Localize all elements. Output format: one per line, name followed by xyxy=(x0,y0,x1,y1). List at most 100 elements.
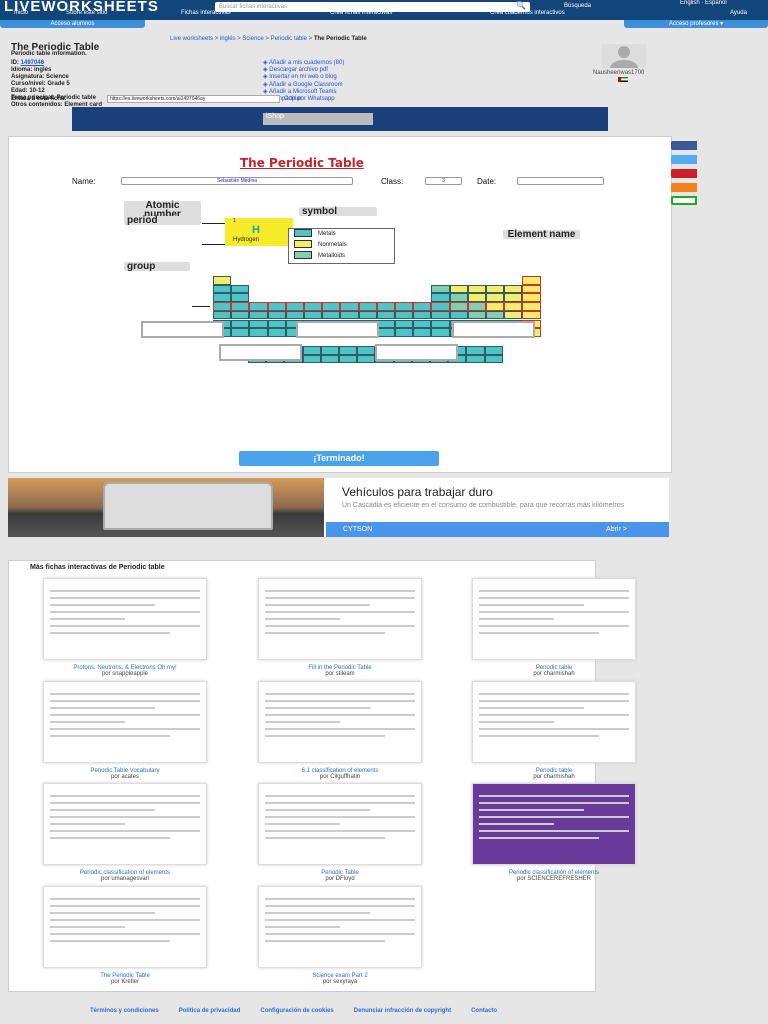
nav-crea-cuadernos[interactable]: Crea cuadernos interactivos xyxy=(490,10,565,16)
period-tag[interactable]: period xyxy=(124,216,201,226)
element-cell xyxy=(395,328,414,337)
hydrogen-element-card: 1 H Hydrogen xyxy=(225,218,293,246)
facebook-share-icon[interactable] xyxy=(671,141,697,150)
student-access-button[interactable]: Acceso alumnos xyxy=(0,20,145,28)
ad-open-button[interactable]: Abrir > xyxy=(606,526,627,533)
twitter-share-icon[interactable] xyxy=(671,155,697,164)
worksheet-card[interactable]: The Periodic Table por Kretler xyxy=(25,885,225,985)
card-author[interactable]: por stileam xyxy=(240,671,440,677)
worksheet-thumbnail[interactable] xyxy=(258,680,422,763)
card-author[interactable]: por Kretler xyxy=(25,979,225,985)
blogger-share-icon[interactable] xyxy=(671,183,697,192)
search-button[interactable]: Búsqueda xyxy=(564,3,591,9)
worksheet-card[interactable]: Periodic Table Vocabulary por acates xyxy=(25,680,225,780)
copy-button[interactable]: Copiar xyxy=(284,96,302,102)
worksheet-thumbnail[interactable] xyxy=(258,783,422,865)
worksheet-card[interactable]: Periodic classification of elements por u… xyxy=(25,783,225,882)
crumb-link[interactable]: inglés xyxy=(220,36,236,42)
action-link[interactable]: ◈ Descargar archivo pdf xyxy=(263,67,344,74)
card-author[interactable]: por acates xyxy=(25,774,225,780)
worksheet-thumbnail[interactable] xyxy=(43,680,207,763)
ad-cta-bar[interactable]: CYTSON Abrir > xyxy=(326,522,669,537)
meta-key: Edad: xyxy=(11,88,30,94)
footer-contact[interactable]: Contacto xyxy=(471,1008,497,1014)
nav-fichas[interactable]: Fichas interactivas xyxy=(181,10,231,16)
card-author[interactable]: por SCIENCEREFRESHER xyxy=(454,876,654,882)
class-field[interactable]: 3 xyxy=(425,177,462,185)
card-author[interactable]: por charmishah xyxy=(454,671,654,677)
footer-cookies[interactable]: Configuración de cookies xyxy=(260,1008,333,1014)
answer-drop-box[interactable] xyxy=(219,344,302,361)
legend-label: Nonmetals xyxy=(318,242,347,248)
meta-key: Asignatura: xyxy=(11,74,47,80)
symbol-tag[interactable]: symbol xyxy=(299,207,377,217)
element-cell xyxy=(449,310,468,320)
element-cell xyxy=(522,276,541,285)
answer-drop-box[interactable] xyxy=(375,344,458,361)
group-tag[interactable]: group xyxy=(124,262,190,272)
author-name[interactable]: Nausheenwas1700 xyxy=(593,70,644,76)
date-field[interactable] xyxy=(517,177,604,185)
nav-crea-fichas[interactable]: Crea fichas interactivas xyxy=(330,10,392,16)
avatar[interactable] xyxy=(602,44,646,76)
worksheet-card[interactable]: Periodic table por charmishah xyxy=(454,680,654,780)
name-field[interactable]: Sebastián Medina xyxy=(121,177,353,185)
worksheet-card[interactable]: Periodic classification of elements por S… xyxy=(454,783,654,882)
meta-value[interactable]: 1497046 xyxy=(21,60,44,66)
footer-terms[interactable]: Términos y condiciones xyxy=(90,1008,159,1014)
worksheet-thumbnail[interactable] xyxy=(472,680,636,763)
action-link[interactable]: ◈ Añadir a mis cuadernos (80) xyxy=(263,60,344,67)
nav-ayuda[interactable]: Ayuda xyxy=(730,10,747,16)
card-author[interactable]: por charmishah xyxy=(454,774,654,780)
nav-inicio[interactable]: Inicio xyxy=(14,10,28,16)
worksheet-thumbnail[interactable] xyxy=(258,885,422,968)
ad-title[interactable]: Vehículos para trabajar duro xyxy=(342,485,493,499)
element-cell xyxy=(285,302,304,311)
link-input[interactable]: https://es.liveworksheets.com/ai1497046a… xyxy=(107,95,280,103)
footer-privacy[interactable]: Política de privacidad xyxy=(179,1008,241,1014)
card-author[interactable]: por sexyraya xyxy=(240,979,440,985)
crumb-link[interactable]: Science xyxy=(242,36,263,42)
worksheet-thumbnail[interactable] xyxy=(258,578,422,660)
truck-image xyxy=(8,478,324,537)
answer-drop-box[interactable] xyxy=(141,321,224,338)
card-author[interactable]: por Cilguffhatin xyxy=(240,774,440,780)
language-switch[interactable]: English · Español xyxy=(680,0,727,6)
teacher-access-button[interactable]: Acceso profesores ▾ xyxy=(624,20,768,28)
worksheet-thumbnail[interactable] xyxy=(43,885,207,968)
pinterest-share-icon[interactable] xyxy=(671,169,697,178)
footer-links: Términos y condiciones Política de privac… xyxy=(90,1008,517,1014)
action-link[interactable]: ◈ Insertar en mi web o blog xyxy=(263,74,344,81)
worksheet-card[interactable]: Fill in the Periodic Table por stileam xyxy=(240,578,440,677)
finish-button[interactable]: ¡Terminado! xyxy=(239,451,439,466)
element-cell xyxy=(267,328,286,337)
worksheet-card[interactable]: Periodic table por charmishah xyxy=(454,578,654,677)
crumb-link[interactable]: Live worksheets xyxy=(170,36,213,42)
nav-sobre[interactable]: Sobre este sitio xyxy=(66,10,107,16)
card-author[interactable]: por snappleapple xyxy=(25,671,225,677)
worksheet-thumbnail[interactable] xyxy=(43,783,207,865)
element-name-tag[interactable]: Element name xyxy=(503,230,580,240)
worksheet-card[interactable]: Science exam Part 2 por sexyraya xyxy=(240,885,440,985)
search-icon[interactable]: 🔍 xyxy=(516,1,526,10)
footer-copyright[interactable]: Denunciar infracción de copyright xyxy=(354,1008,451,1014)
crumb-link[interactable]: Periodic table xyxy=(271,36,307,42)
main-nav: Inicio Sobre este sitio Fichas interacti… xyxy=(0,10,768,20)
worksheet-thumbnail[interactable] xyxy=(472,783,636,865)
worksheet-card[interactable]: 6.1 classification of elements por Cilguf… xyxy=(240,680,440,780)
worksheet-card[interactable]: Periodic Table por DFloyd xyxy=(240,783,440,882)
ad-label[interactable]: iShop xyxy=(263,113,373,125)
answer-drop-box[interactable] xyxy=(296,321,379,338)
worksheet-card[interactable]: Protons, Neutrons, & Electrons Oh my! por… xyxy=(25,578,225,677)
element-cell xyxy=(522,310,541,320)
link-label: Enlaza a esta ficha: xyxy=(11,96,67,102)
answer-drop-box[interactable] xyxy=(452,321,535,338)
element-cell xyxy=(249,319,268,329)
worksheet-thumbnail[interactable] xyxy=(472,578,636,660)
element-cell xyxy=(340,310,359,320)
worksheet-thumbnail[interactable] xyxy=(43,578,207,660)
action-link[interactable]: ◈ Añadir a Google Classroom xyxy=(263,82,344,89)
card-author[interactable]: por DFloyd xyxy=(240,876,440,882)
card-author[interactable]: por umanagesvari xyxy=(25,876,225,882)
classroom-share-icon[interactable] xyxy=(671,196,697,205)
